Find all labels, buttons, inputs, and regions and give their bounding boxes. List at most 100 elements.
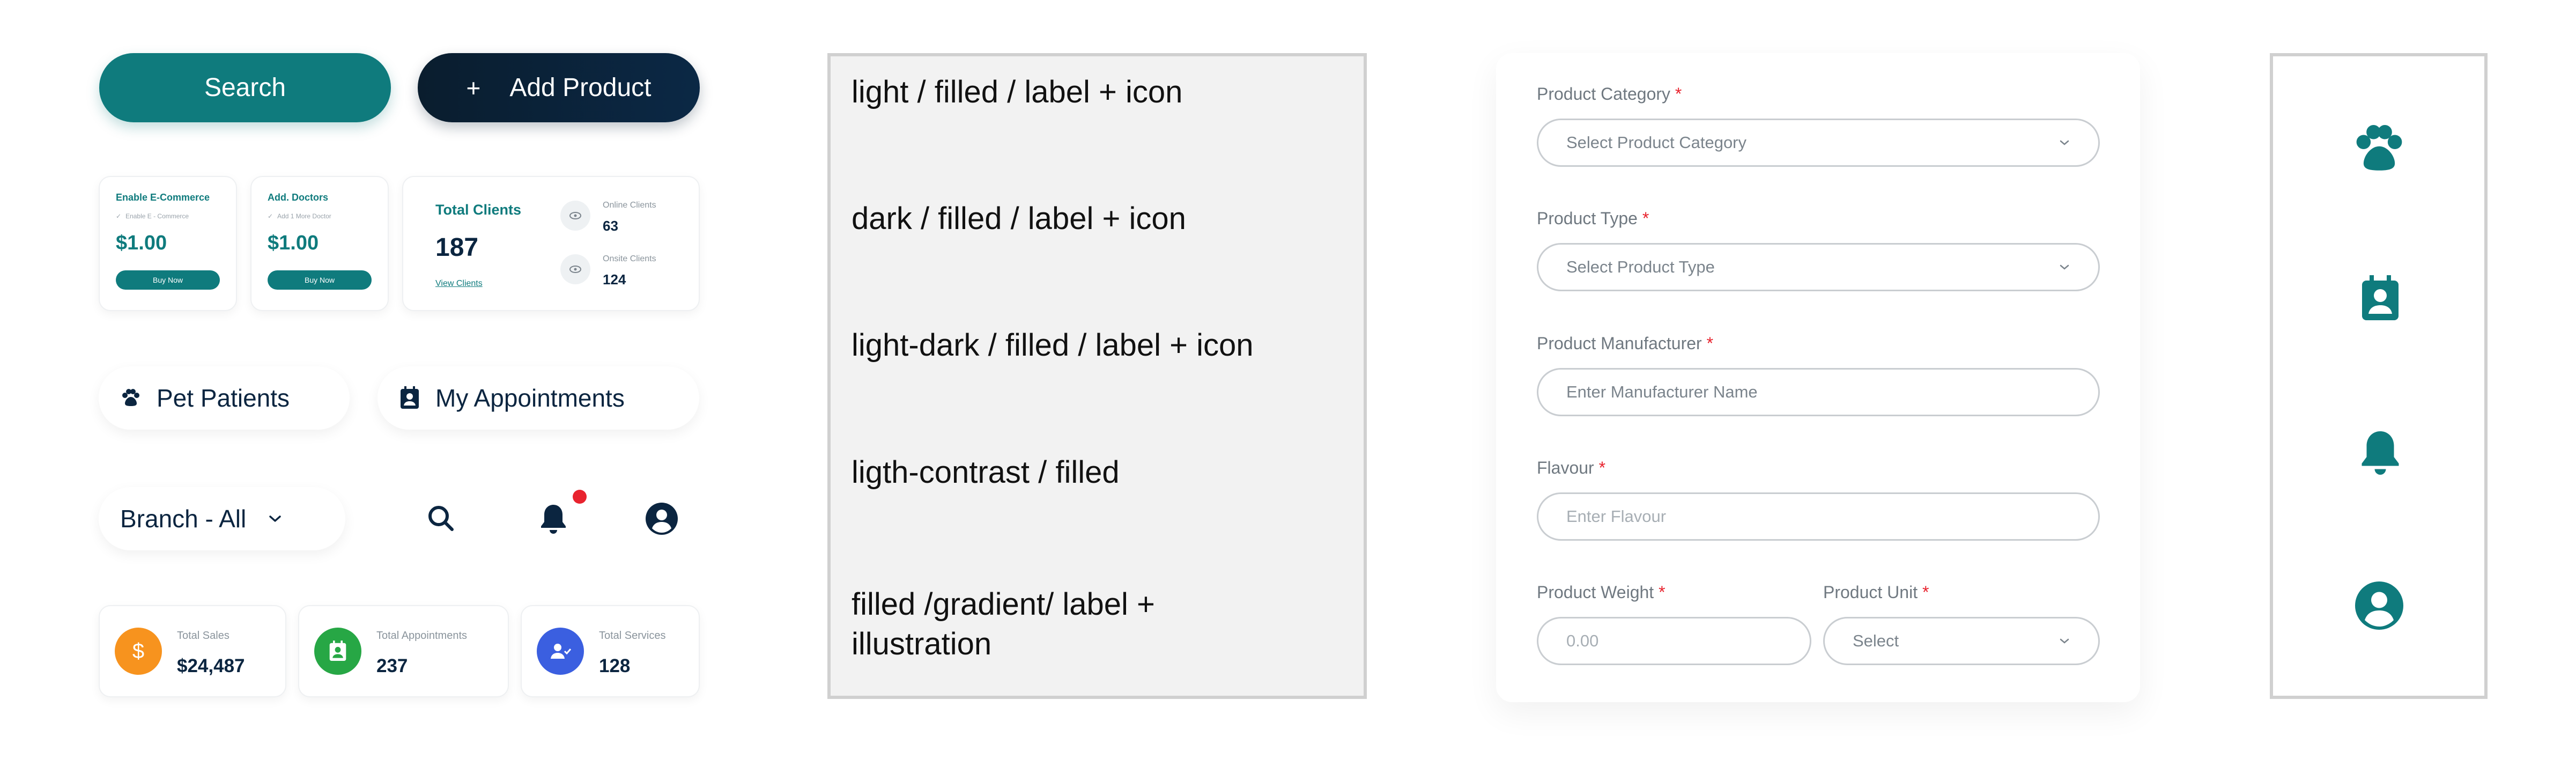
stat-services-label: Total Services (599, 630, 666, 642)
paw-icon (120, 387, 142, 409)
required-mark: * (1659, 583, 1665, 602)
unit-label: Product Unit * (1823, 583, 1929, 602)
variant-light-dark: light-dark / filled / label + icon (852, 328, 1254, 363)
my-appointments-label: My Appointments (435, 384, 625, 412)
clients-count: 187 (435, 233, 479, 262)
chevron-down-icon (2059, 263, 2070, 271)
category-label-text: Product Category (1537, 84, 1671, 104)
search-icon (425, 503, 457, 535)
category-label: Product Category * (1537, 84, 1682, 104)
bell-icon[interactable] (2356, 426, 2404, 478)
weight-label: Product Weight * (1537, 583, 1665, 602)
total-clients-card: Total Clients 187 View Clients Online Cl… (402, 176, 700, 311)
weight-input[interactable]: 0.00 (1537, 617, 1811, 665)
manufacturer-input[interactable]: Enter Manufacturer Name (1537, 368, 2100, 416)
paw-icon[interactable] (2351, 121, 2408, 178)
unit-select[interactable]: Select (1823, 617, 2100, 665)
doctors-card-sub-text: Add 1 More Doctor (277, 212, 331, 220)
chevron-down-icon (2059, 637, 2070, 645)
category-placeholder: Select Product Category (1566, 133, 1747, 152)
onsite-clients-icon (560, 254, 590, 284)
required-mark: * (1706, 334, 1714, 353)
stat-sales-label: Total Sales (177, 630, 230, 642)
stat-card-appointments: Total Appointments 237 (298, 605, 509, 697)
branch-select-label: Branch - All (120, 505, 247, 533)
type-select[interactable]: Select Product Type (1537, 243, 2100, 291)
manufacturer-label: Product Manufacturer * (1537, 334, 1713, 353)
ecommerce-buy-button[interactable]: Buy Now (116, 270, 220, 290)
required-mark: * (1922, 583, 1929, 602)
plus-icon: + (466, 73, 481, 102)
flavour-label-text: Flavour (1537, 458, 1594, 477)
profile-button[interactable] (643, 500, 680, 537)
ecommerce-card-title: Enable E-Commerce (116, 192, 210, 203)
type-label-text: Product Type (1537, 209, 1638, 228)
my-appointments-button[interactable]: My Appointments (377, 366, 699, 430)
user-icon (645, 502, 679, 536)
required-mark: * (1598, 458, 1606, 477)
pet-patients-button[interactable]: Pet Patients (99, 366, 350, 430)
variant-dark: dark / filled / label + icon (852, 201, 1186, 236)
chevron-down-icon (2059, 139, 2070, 146)
manufacturer-placeholder: Enter Manufacturer Name (1566, 382, 1758, 401)
notification-badge (573, 490, 587, 504)
variants-panel: light / filled / label + icon dark / fil… (827, 53, 1367, 699)
type-placeholder: Select Product Type (1566, 257, 1715, 276)
online-clients-value: 63 (603, 218, 618, 234)
weight-label-text: Product Weight (1537, 583, 1654, 602)
ecommerce-card: Enable E-Commerce ✓ Enable E - Commerce … (99, 176, 237, 311)
type-label: Product Type * (1537, 209, 1649, 229)
search-icon-button[interactable] (423, 500, 460, 537)
onsite-clients-value: 124 (603, 271, 626, 288)
unit-placeholder: Select (1853, 631, 1899, 650)
search-button[interactable]: Search (99, 53, 391, 122)
chevron-down-icon (268, 514, 283, 524)
required-mark: * (1675, 84, 1682, 104)
add-product-button[interactable]: + Add Product (418, 53, 700, 122)
stat-appointments-label: Total Appointments (376, 630, 467, 642)
variant-light-contrast: ligth-contrast / filled (852, 455, 1120, 490)
pet-patients-label: Pet Patients (157, 384, 290, 412)
category-select[interactable]: Select Product Category (1537, 119, 2100, 167)
appointment-icon (314, 628, 361, 675)
doctors-buy-button[interactable]: Buy Now (268, 270, 372, 290)
notifications-button[interactable] (535, 500, 572, 537)
doctors-buy-label: Buy Now (304, 276, 335, 284)
unit-label-text: Product Unit (1823, 583, 1918, 602)
online-clients-label: Online Clients (603, 201, 656, 210)
services-icon (537, 628, 584, 675)
search-button-label: Search (204, 73, 286, 102)
check-icon: ✓ (116, 212, 122, 220)
flavour-placeholder: Enter Flavour (1566, 507, 1667, 526)
product-form: Product Category * Select Product Catego… (1496, 53, 2140, 702)
variant-light: light / filled / label + icon (852, 75, 1183, 109)
bell-icon (537, 502, 569, 536)
ecommerce-buy-label: Buy Now (152, 276, 183, 284)
stat-card-sales: $ Total Sales $24,487 (99, 605, 286, 697)
doctors-card-sub: ✓ Add 1 More Doctor (268, 212, 331, 220)
stat-sales-value: $24,487 (177, 655, 245, 676)
contact-icon (399, 386, 420, 410)
stat-card-services: Total Services 128 (521, 605, 700, 697)
required-mark: * (1642, 209, 1649, 228)
branch-select[interactable]: Branch - All (99, 487, 345, 550)
user-icon[interactable] (2353, 580, 2405, 631)
weight-placeholder: 0.00 (1566, 631, 1599, 650)
stat-appointments-value: 237 (376, 655, 408, 676)
stat-services-value: 128 (599, 655, 631, 676)
clients-title: Total Clients (435, 202, 522, 218)
online-clients-icon (560, 201, 590, 231)
ecommerce-card-sub: ✓ Enable E - Commerce (116, 212, 189, 220)
check-icon: ✓ (268, 212, 273, 220)
variant-gradient: filled /gradient/ label + illustration (852, 587, 1155, 662)
doctors-card: Add. Doctors ✓ Add 1 More Doctor $1.00 B… (250, 176, 389, 311)
ecommerce-card-price: $1.00 (116, 232, 167, 254)
icon-panel (2270, 53, 2488, 699)
flavour-label: Flavour * (1537, 458, 1605, 478)
add-product-label: Add Product (509, 73, 652, 102)
ecommerce-card-sub-text: Enable E - Commerce (125, 212, 189, 220)
contact-icon[interactable] (2359, 274, 2402, 323)
view-clients-link[interactable]: View Clients (435, 279, 483, 289)
doctors-card-price: $1.00 (268, 232, 319, 254)
flavour-input[interactable]: Enter Flavour (1537, 492, 2100, 541)
